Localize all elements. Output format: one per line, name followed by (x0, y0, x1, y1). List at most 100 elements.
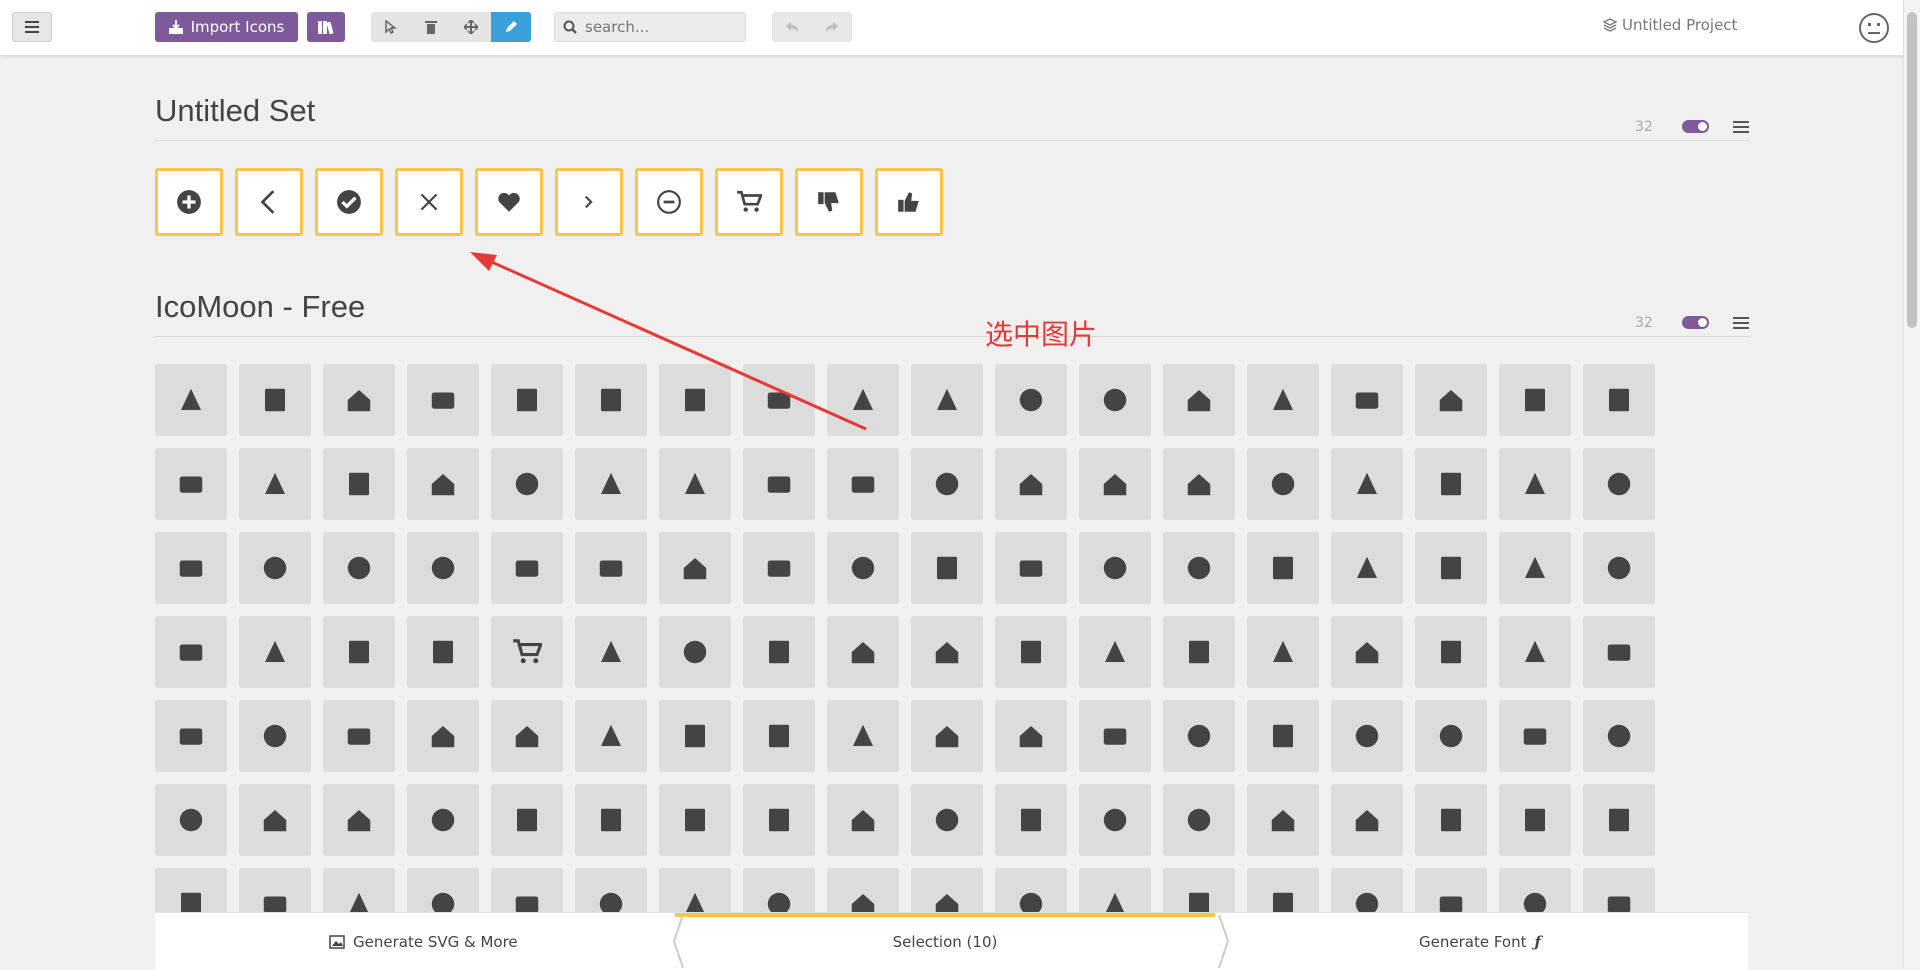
icon-cell[interactable] (323, 616, 395, 688)
icon-cell[interactable] (1499, 700, 1571, 772)
set-menu-button[interactable] (1733, 121, 1749, 136)
select-tool-button[interactable] (371, 12, 411, 42)
scrollbar-thumb[interactable] (1907, 12, 1917, 328)
icon-cell[interactable] (1499, 532, 1571, 604)
icon-cell[interactable] (491, 532, 563, 604)
selected-icon-cell[interactable] (715, 168, 783, 236)
move-tool-button[interactable] (451, 12, 491, 42)
undo-button[interactable] (772, 12, 812, 42)
page-scrollbar[interactable] (1903, 0, 1920, 969)
icon-cell[interactable] (1247, 364, 1319, 436)
icon-cell[interactable] (995, 364, 1067, 436)
icon-cell[interactable] (239, 700, 311, 772)
selected-icon-cell[interactable] (475, 168, 543, 236)
icon-cell[interactable] (239, 616, 311, 688)
icon-cell[interactable] (659, 616, 731, 688)
icon-cell[interactable] (743, 700, 815, 772)
icon-cell[interactable] (155, 532, 227, 604)
icon-cell[interactable] (911, 784, 983, 856)
icon-cell[interactable] (1583, 616, 1655, 688)
icon-cell[interactable] (827, 868, 899, 912)
icon-cell[interactable] (1415, 448, 1487, 520)
icon-cell[interactable] (575, 448, 647, 520)
selected-icon-cell[interactable] (555, 168, 623, 236)
set-title-icomoon[interactable]: IcoMoon - Free (155, 289, 365, 325)
icon-cell[interactable] (239, 868, 311, 912)
icon-cell[interactable] (323, 532, 395, 604)
icon-cell[interactable] (911, 448, 983, 520)
icon-cell[interactable] (1415, 616, 1487, 688)
icon-cell[interactable] (1331, 532, 1403, 604)
icon-cell[interactable] (575, 616, 647, 688)
icon-cell[interactable] (659, 700, 731, 772)
icon-cell[interactable] (491, 364, 563, 436)
icon-cell[interactable] (239, 448, 311, 520)
icon-cell[interactable] (323, 448, 395, 520)
icon-cell[interactable] (911, 700, 983, 772)
selected-icon-cell[interactable] (315, 168, 383, 236)
icon-cell[interactable] (1247, 532, 1319, 604)
icon-cell[interactable] (407, 532, 479, 604)
delete-tool-button[interactable] (411, 12, 451, 42)
icon-cell[interactable] (1499, 868, 1571, 912)
icon-cell[interactable] (575, 364, 647, 436)
icon-cell[interactable] (659, 448, 731, 520)
icon-cell[interactable] (1079, 784, 1151, 856)
icon-cell[interactable] (1415, 532, 1487, 604)
icon-cell[interactable] (995, 532, 1067, 604)
icon-cell[interactable] (743, 616, 815, 688)
icon-cell[interactable] (743, 448, 815, 520)
set-title-untitled[interactable]: Untitled Set (155, 93, 315, 129)
icon-cell[interactable] (1079, 616, 1151, 688)
icon-cell[interactable] (1331, 616, 1403, 688)
icon-library-button[interactable] (307, 12, 345, 42)
icon-cell[interactable] (995, 616, 1067, 688)
icon-cell[interactable] (1415, 364, 1487, 436)
import-icons-button[interactable]: Import Icons (155, 12, 298, 42)
selected-icon-cell[interactable] (155, 168, 223, 236)
icon-cell[interactable] (491, 868, 563, 912)
icon-cell[interactable] (239, 364, 311, 436)
project-selector[interactable]: Untitled Project (1603, 16, 1737, 34)
icon-cell[interactable] (239, 784, 311, 856)
icon-cell[interactable] (1331, 868, 1403, 912)
icon-cell[interactable] (1499, 364, 1571, 436)
icon-cell[interactable] (1079, 700, 1151, 772)
icon-cell[interactable] (911, 868, 983, 912)
icon-cell[interactable] (1499, 784, 1571, 856)
icon-cell[interactable] (323, 364, 395, 436)
icon-cell[interactable] (155, 868, 227, 912)
icon-cell[interactable] (827, 448, 899, 520)
redo-button[interactable] (812, 12, 852, 42)
icon-cell[interactable] (1247, 700, 1319, 772)
icon-cell[interactable] (1499, 616, 1571, 688)
icon-cell[interactable] (743, 784, 815, 856)
generate-svg-button[interactable]: Generate SVG & More (329, 933, 518, 951)
icon-cell[interactable] (1247, 868, 1319, 912)
icon-cell[interactable] (1247, 448, 1319, 520)
icon-cell[interactable] (995, 784, 1067, 856)
icon-cell[interactable] (1079, 532, 1151, 604)
icon-cell[interactable] (1163, 532, 1235, 604)
icon-cell[interactable] (911, 616, 983, 688)
icon-cell[interactable] (1331, 364, 1403, 436)
icon-cell[interactable] (1415, 700, 1487, 772)
icon-cell[interactable] (155, 364, 227, 436)
icon-cell[interactable] (491, 448, 563, 520)
icon-cell[interactable] (1079, 448, 1151, 520)
icon-cell[interactable] (827, 784, 899, 856)
icon-cell[interactable] (827, 700, 899, 772)
icon-cell[interactable] (659, 784, 731, 856)
icon-cell[interactable] (1331, 784, 1403, 856)
edit-tool-button[interactable] (491, 12, 531, 42)
icon-cell[interactable] (575, 532, 647, 604)
selected-icon-cell[interactable] (235, 168, 303, 236)
icon-cell[interactable] (1163, 364, 1235, 436)
icon-cell[interactable] (575, 700, 647, 772)
icon-cell[interactable] (407, 448, 479, 520)
icon-cell[interactable] (407, 364, 479, 436)
icon-cell[interactable] (995, 700, 1067, 772)
icon-cell[interactable] (407, 868, 479, 912)
main-menu-button[interactable] (12, 12, 52, 42)
icon-cell[interactable] (1583, 868, 1655, 912)
